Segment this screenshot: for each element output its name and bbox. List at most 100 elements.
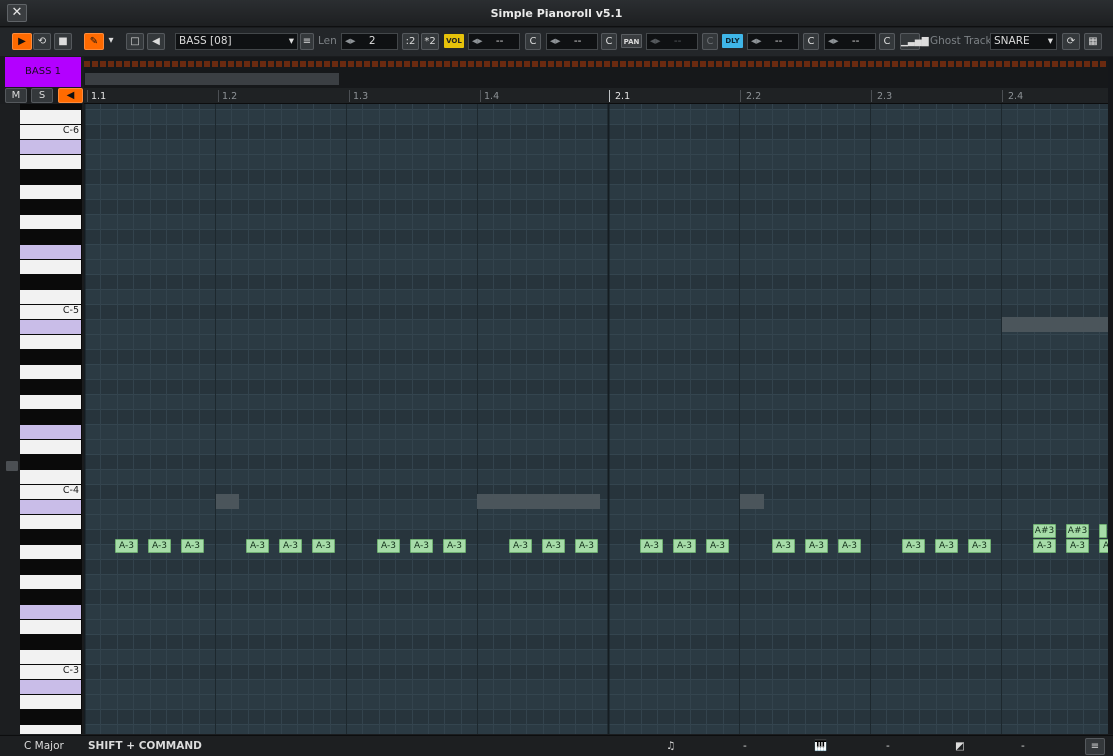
piano-key-white[interactable] — [20, 110, 81, 124]
piano-key-black[interactable] — [20, 635, 81, 649]
piano-key-black[interactable] — [20, 590, 81, 604]
note-as3[interactable]: A#3 — [1033, 524, 1056, 538]
piano-key-white[interactable] — [20, 425, 81, 439]
piano-key-white[interactable] — [20, 155, 81, 169]
note-a3[interactable]: A-3 — [115, 539, 138, 553]
piano-key-black[interactable] — [20, 530, 81, 544]
note-a3[interactable]: A-3 — [1033, 539, 1056, 553]
piano-key-white[interactable] — [20, 440, 81, 454]
piano-key-white[interactable] — [20, 215, 81, 229]
left-scroll-strip[interactable] — [0, 104, 20, 734]
note-a3[interactable]: A-3 — [410, 539, 433, 553]
piano-key-white[interactable] — [20, 335, 81, 349]
piano-keyboard[interactable]: C-6 C-5 C-4 C-3 — [20, 104, 82, 734]
note-a3[interactable]: A-3 — [148, 539, 171, 553]
status-menu-button[interactable]: ≡ — [1085, 738, 1105, 755]
piano-key-white[interactable] — [20, 470, 81, 484]
piano-key-white[interactable] — [20, 245, 81, 259]
note-a3[interactable]: A-3 — [542, 539, 565, 553]
piano-key-white[interactable] — [20, 695, 81, 709]
play-button[interactable]: ▶ — [12, 33, 32, 50]
piano-key-white[interactable] — [20, 575, 81, 589]
piano-key-black[interactable] — [20, 410, 81, 424]
note-a3[interactable]: A-3 — [246, 539, 269, 553]
piano-key-white[interactable] — [20, 500, 81, 514]
extra-reset-button[interactable]: C — [879, 33, 895, 50]
octave-label-key[interactable]: C-3 — [20, 665, 81, 679]
pan-reset-button[interactable]: C — [702, 33, 718, 50]
note-a3[interactable]: A-3 — [312, 539, 335, 553]
note-a3[interactable]: A-3 — [1066, 539, 1089, 553]
len-mul2-button[interactable]: *2 — [421, 33, 439, 50]
piano-key-white[interactable] — [20, 725, 81, 734]
scale-label[interactable]: C Major — [24, 737, 64, 755]
note-a3[interactable]: A-3 — [640, 539, 663, 553]
note-a3[interactable]: A-3 — [181, 539, 204, 553]
pan-badge[interactable]: PAN — [621, 34, 642, 48]
overview-scroll-thumb[interactable] — [85, 73, 339, 85]
note-a3[interactable]: A-3 — [443, 539, 466, 553]
piano-key-white[interactable] — [20, 680, 81, 694]
dly-reset-button[interactable]: C — [803, 33, 819, 50]
note-a3[interactable]: A-3 — [1099, 539, 1108, 553]
piano-key-white[interactable] — [20, 365, 81, 379]
solo-button[interactable]: S — [31, 88, 53, 103]
piano-key-white[interactable] — [20, 605, 81, 619]
velocity-field[interactable]: ◂▸ -- — [546, 33, 598, 50]
octave-label-key[interactable]: C-6 — [20, 125, 81, 139]
note-a3[interactable]: A-3 — [575, 539, 598, 553]
note-a3[interactable]: A-3 — [902, 539, 925, 553]
refresh-button[interactable]: ⟳ — [1062, 33, 1080, 50]
dly-field[interactable]: ◂▸ -- — [747, 33, 799, 50]
overview-strip[interactable] — [84, 57, 1108, 88]
piano-key-white[interactable] — [20, 650, 81, 664]
octave-label-key[interactable]: C-5 — [20, 305, 81, 319]
piano-key-white[interactable] — [20, 320, 81, 334]
note-a3[interactable]: A-3 — [935, 539, 958, 553]
octave-label-key[interactable]: C-4 — [20, 485, 81, 499]
note-a3[interactable]: A-3 — [673, 539, 696, 553]
piano-key-white[interactable] — [20, 185, 81, 199]
vertical-scroll-thumb[interactable] — [6, 461, 18, 471]
piano-key-white[interactable] — [20, 140, 81, 154]
preview-sound-button[interactable]: ◀ — [58, 88, 83, 103]
piano-key-black[interactable] — [20, 350, 81, 364]
vol-field[interactable]: ◂▸ -- — [468, 33, 520, 50]
note-a3[interactable]: A-3 — [706, 539, 729, 553]
channel-select[interactable]: BASS [08] ▾ — [175, 33, 298, 50]
velocity-bars-button[interactable]: ▁▃▅▇ — [900, 33, 929, 50]
note-a3[interactable]: A-3 — [377, 539, 400, 553]
note-as3[interactable]: A#3 — [1066, 524, 1089, 538]
menu-button[interactable]: ≡ — [300, 33, 314, 50]
piano-key-white[interactable] — [20, 290, 81, 304]
piano-key-black[interactable] — [20, 560, 81, 574]
pan-field[interactable]: ◂▸ -- — [646, 33, 698, 50]
draw-tool-button[interactable]: ✎ — [84, 33, 104, 50]
piano-key-black[interactable] — [20, 455, 81, 469]
piano-key-white[interactable] — [20, 395, 81, 409]
piano-key-black[interactable] — [20, 710, 81, 724]
piano-key-white[interactable] — [20, 545, 81, 559]
dly-badge[interactable]: DLY — [722, 34, 743, 48]
note-a3[interactable]: A-3 — [279, 539, 302, 553]
select-tool-button[interactable]: □ — [126, 33, 144, 50]
tool-dropdown[interactable]: ▾ — [104, 33, 118, 50]
mute-tool-button[interactable]: ◀ — [147, 33, 165, 50]
ghost-track-select[interactable]: SNARE ▾ — [990, 33, 1057, 50]
piano-key-black[interactable] — [20, 380, 81, 394]
note-a3[interactable]: A-3 — [509, 539, 532, 553]
piano-key-white[interactable] — [20, 515, 81, 529]
note-as3[interactable] — [1099, 524, 1107, 538]
note-a3[interactable]: A-3 — [805, 539, 828, 553]
len-div2-button[interactable]: :2 — [402, 33, 419, 50]
timeline-ruler[interactable]: 1.1 1.2 1.3 1.4 2.1 2.2 2.3 2.4 — [84, 88, 1108, 104]
piano-key-black[interactable] — [20, 275, 81, 289]
extra-field[interactable]: ◂▸ -- — [824, 33, 876, 50]
note-a3[interactable]: A-3 — [838, 539, 861, 553]
piano-key-black[interactable] — [20, 170, 81, 184]
track-name[interactable]: BASS 1 — [5, 57, 81, 87]
vol-reset-button[interactable]: C — [525, 33, 541, 50]
piano-key-white[interactable] — [20, 260, 81, 274]
loop-button[interactable]: ⟲ — [33, 33, 51, 50]
close-button[interactable]: ✕ — [7, 4, 27, 22]
